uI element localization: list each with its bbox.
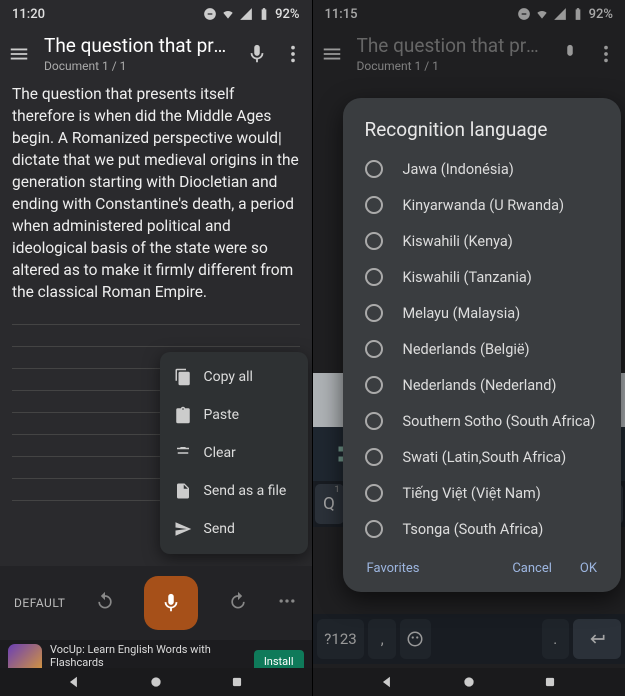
file-icon: [174, 482, 192, 500]
nav-bar: [0, 668, 312, 696]
radio-icon: [365, 484, 383, 502]
ok-button[interactable]: OK: [580, 561, 597, 576]
menu-clear[interactable]: Clear: [160, 434, 308, 472]
cancel-button[interactable]: Cancel: [512, 561, 552, 576]
battery-icon: [257, 7, 271, 21]
language-option[interactable]: Jawa (Indonésia): [347, 151, 618, 187]
language-option[interactable]: Tsonga (South Africa): [347, 511, 618, 547]
language-option[interactable]: Kiswahili (Tanzania): [347, 259, 618, 295]
paste-icon: [174, 406, 192, 424]
language-list[interactable]: Jawa (Indonésia) Kinyarwanda (U Rwanda) …: [347, 151, 618, 547]
status-time: 11:20: [12, 7, 45, 22]
radio-icon: [365, 376, 383, 394]
menu-icon[interactable]: [8, 43, 30, 65]
menu-label: Send as a file: [204, 483, 287, 499]
mic-icon: [160, 592, 182, 614]
body-text: The question that presents itself theref…: [12, 85, 299, 301]
undo-button[interactable]: [95, 591, 115, 615]
radio-icon: [365, 340, 383, 358]
nav-bar: [313, 668, 625, 696]
nav-recent-icon[interactable]: [230, 675, 244, 689]
dialog-title: Recognition language: [347, 118, 618, 151]
nav-home-icon[interactable]: [462, 675, 476, 689]
language-option[interactable]: Kinyarwanda (U Rwanda): [347, 187, 618, 223]
nav-recent-icon[interactable]: [543, 675, 557, 689]
status-bar: 11:20 92%: [0, 0, 312, 28]
radio-icon: [365, 304, 383, 322]
copy-icon: [174, 368, 192, 386]
nav-back-icon[interactable]: [67, 675, 81, 689]
language-label[interactable]: DEFAULT: [14, 596, 65, 610]
menu-copy-all[interactable]: Copy all: [160, 358, 308, 396]
document-title: The question that presen...: [44, 34, 232, 57]
menu-paste[interactable]: Paste: [160, 396, 308, 434]
radio-icon: [365, 412, 383, 430]
language-option[interactable]: Melayu (Malaysia): [347, 295, 618, 331]
radio-icon: [365, 268, 383, 286]
language-option[interactable]: Swati (Latin,South Africa): [347, 439, 618, 475]
document-text[interactable]: The question that presents itself theref…: [0, 83, 312, 303]
language-option[interactable]: Nederlands (België): [347, 331, 618, 367]
nav-back-icon[interactable]: [380, 675, 394, 689]
overflow-icon[interactable]: [282, 43, 304, 65]
screen-language-dialog: 11:15 92% The question that presen... Do…: [313, 0, 625, 696]
language-option[interactable]: Southern Sotho (South Africa): [347, 403, 618, 439]
radio-icon: [365, 520, 383, 538]
clear-icon: [174, 444, 192, 462]
nav-home-icon[interactable]: [149, 675, 163, 689]
menu-label: Send: [204, 521, 235, 537]
dnd-icon: [203, 7, 217, 21]
status-icons: 92%: [203, 7, 299, 22]
screen-dictation: 11:20 92% The question that presen... Do…: [0, 0, 313, 696]
language-option[interactable]: Kiswahili (Kenya): [347, 223, 618, 259]
favorites-button[interactable]: Favorites: [367, 561, 420, 576]
send-icon: [174, 520, 192, 538]
menu-send[interactable]: Send: [160, 510, 308, 548]
context-menu: Copy all Paste Clear Send as a file Send: [160, 352, 308, 554]
language-option[interactable]: Nederlands (Nederland): [347, 367, 618, 403]
battery-pct: 92%: [275, 7, 299, 22]
redo-button[interactable]: [228, 591, 248, 615]
radio-icon: [365, 196, 383, 214]
menu-label: Clear: [204, 445, 236, 461]
ad-title: VocUp: Learn English Words with Flashcar…: [50, 643, 246, 669]
radio-icon: [365, 160, 383, 178]
wifi-icon: [221, 7, 235, 21]
more-button[interactable]: [277, 591, 297, 615]
language-option[interactable]: Tiếng Việt (Việt Nam): [347, 475, 618, 511]
document-counter: Document 1 / 1: [44, 59, 232, 73]
menu-label: Paste: [204, 407, 240, 423]
app-header: The question that presen... Document 1 /…: [0, 28, 312, 83]
menu-label: Copy all: [204, 369, 253, 385]
radio-icon: [365, 232, 383, 250]
radio-icon: [365, 448, 383, 466]
language-dialog: Recognition language Jawa (Indonésia) Ki…: [343, 98, 622, 592]
voice-settings-icon[interactable]: [246, 43, 268, 65]
mic-button[interactable]: [144, 576, 198, 630]
menu-send-as-file[interactable]: Send as a file: [160, 472, 308, 510]
dictation-toolbar: DEFAULT: [0, 566, 312, 640]
signal-icon: [239, 7, 253, 21]
